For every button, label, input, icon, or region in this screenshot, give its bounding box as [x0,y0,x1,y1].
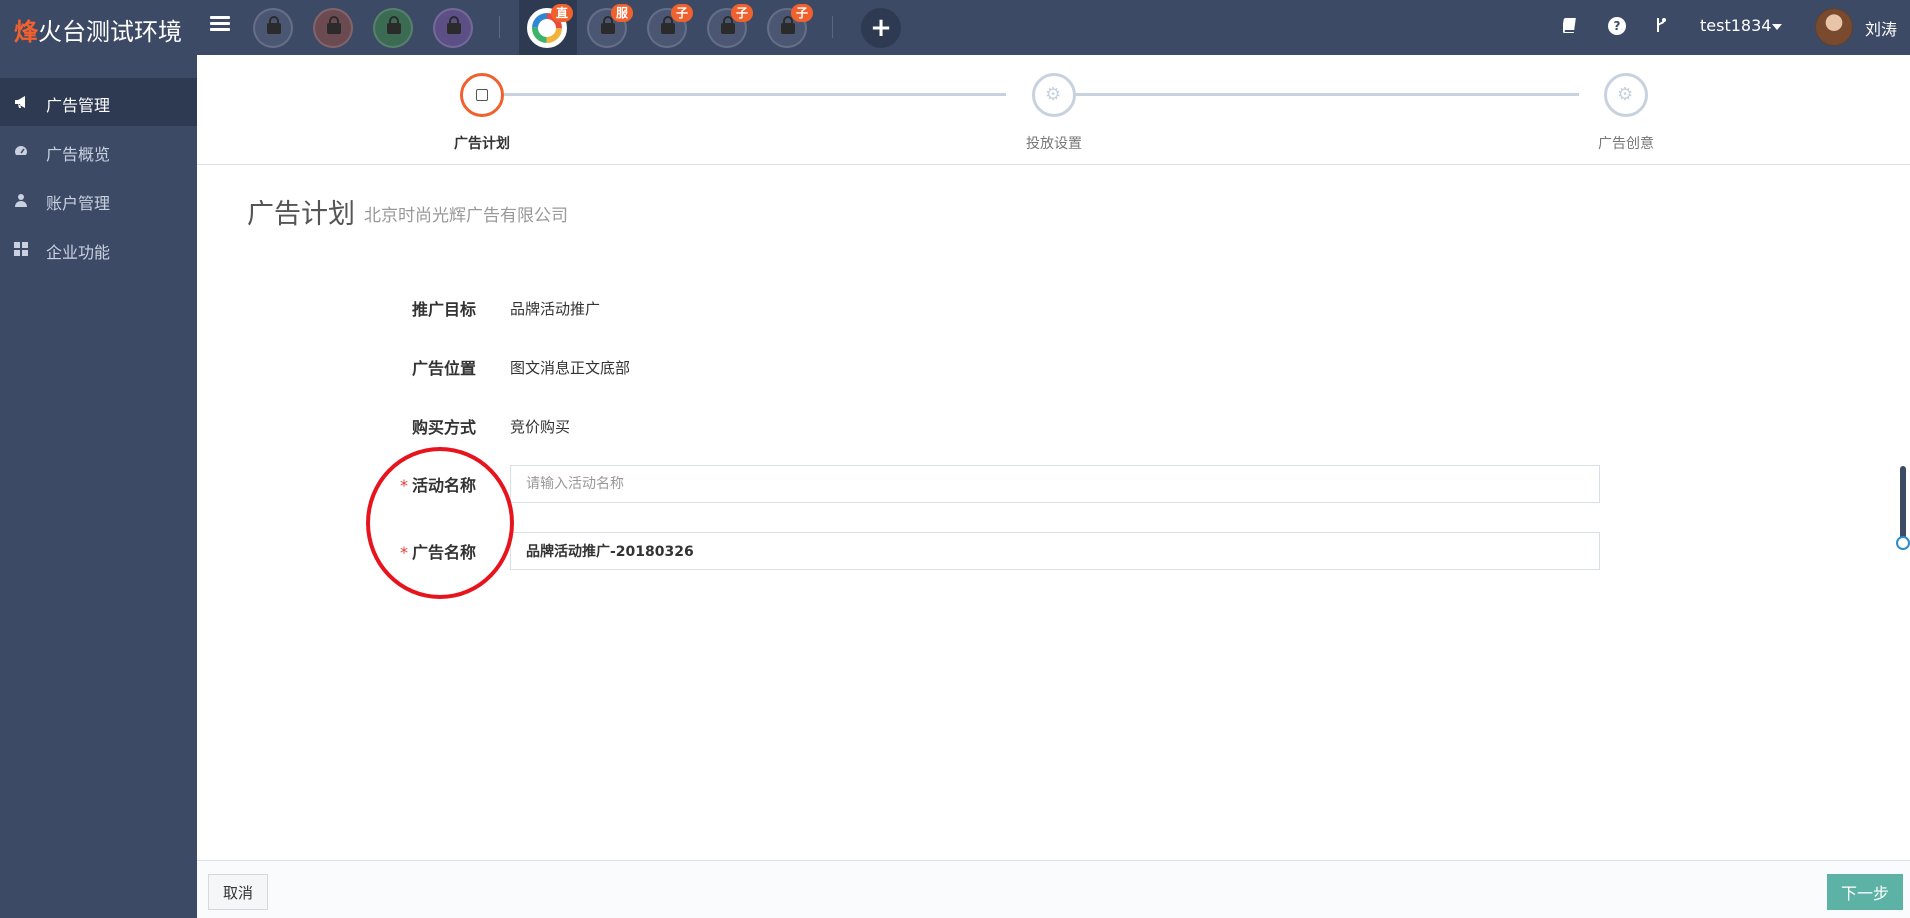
sidebar-item-enterprise[interactable]: 企业功能 [0,225,197,273]
app-badge: 子 [671,4,693,22]
gear-icon: ⚙ [1617,84,1634,105]
avatar-name[interactable]: 刘涛 [1865,16,1897,40]
gear-icon: ⚙ [1045,84,1062,105]
square-icon [476,89,488,101]
top-divider [832,16,833,38]
sidebar-item-ad-overview[interactable]: 广告概览 [0,127,197,175]
app-badge: 直 [551,4,573,22]
app-switch-6[interactable]: 子 [647,4,693,48]
dashboard-icon [15,146,27,155]
app-switch-2[interactable] [313,8,353,48]
promotion-goal-label: 推广目标 [411,300,476,319]
user-icon [15,194,27,207]
cancel-button[interactable]: 取消 [208,874,268,910]
branch-icon[interactable] [1652,17,1670,35]
app-switch-8[interactable]: 子 [767,4,813,48]
grid-icon [14,242,28,256]
brand-title: 火台测试环境 [38,18,182,46]
lock-icon [721,16,735,34]
ad-name-label-text: 广告名称 [411,543,476,562]
help-icon[interactable]: ? [1608,17,1626,35]
megaphone-icon [15,96,25,108]
required-marker: * [399,476,408,495]
add-app-button[interactable]: + [861,8,901,48]
sidebar-item-label: 广告管理 [46,96,111,115]
scrollbar[interactable] [1896,466,1910,551]
ad-name-label: * 广告名称 [376,539,476,563]
lock-icon [387,16,401,34]
app-switch-4[interactable] [433,8,473,48]
purchase-method-value: 竞价购买 [510,418,571,436]
lock-icon [267,16,281,34]
app-switch-5[interactable]: 服 [587,4,633,48]
step-3-label: 广告创意 [1598,136,1654,152]
app-badge: 服 [611,4,633,22]
app-switch-3[interactable] [373,8,413,48]
sidebar-item-ad-management[interactable]: 广告管理 [0,78,197,126]
ad-position-label: 广告位置 [411,359,476,378]
hamburger-menu-icon[interactable] [210,16,230,36]
step-1-label: 广告计划 [454,136,510,152]
lock-icon [661,16,675,34]
sidebar-item-label: 广告概览 [46,145,111,164]
app-switch-1[interactable] [253,8,293,48]
user-menu[interactable]: test1834 [1700,16,1771,35]
book-icon[interactable] [1561,17,1579,35]
brand-accent: 烽 [14,18,38,46]
annotation-circle [366,447,514,599]
campaign-name-input[interactable] [510,465,1600,503]
sidebar: 广告管理 广告概览 账户管理 企业功能 [0,55,197,918]
step-1-circle[interactable] [460,73,504,117]
step-indicator: ⚙ ⚙ 广告计划 投放设置 广告创意 [197,55,1910,165]
step-2-circle[interactable]: ⚙ [1032,73,1076,117]
footer-bar: 取消 下一步 [197,860,1910,918]
campaign-name-label: * 活动名称 [376,472,476,496]
next-step-button[interactable]: 下一步 [1827,874,1903,910]
page-title: 广告计划 [247,199,355,230]
app-badge: 子 [791,4,813,22]
required-marker: * [399,543,408,562]
ad-position-value: 图文消息正文底部 [510,359,631,377]
top-divider [499,16,500,38]
lock-icon [781,16,795,34]
step-connector [1054,93,1579,96]
app-badge: 子 [731,4,753,22]
ad-name-input[interactable] [510,532,1600,570]
sidebar-item-label: 企业功能 [46,243,111,262]
scrollbar-track [1900,466,1906,544]
campaign-name-label-text: 活动名称 [411,476,476,495]
lock-icon [327,16,341,34]
lock-icon [601,16,615,34]
avatar[interactable] [1815,8,1853,46]
top-bar: 烽火台测试环境 直 服 子 子 子 + ? test1834 刘涛 [0,0,1910,55]
chevron-down-icon[interactable] [1772,24,1782,30]
sidebar-item-label: 账户管理 [46,194,111,213]
sidebar-item-account[interactable]: 账户管理 [0,176,197,224]
step-3-circle[interactable]: ⚙ [1604,73,1648,117]
lock-icon [447,16,461,34]
scrollbar-knob[interactable] [1896,536,1910,550]
page-subtitle: 北京时尚光辉广告有限公司 [364,206,568,226]
promotion-goal-value: 品牌活动推广 [510,300,601,318]
app-switch-7[interactable]: 子 [707,4,753,48]
step-connector [482,93,1006,96]
purchase-method-label: 购买方式 [411,418,476,437]
app-switch-active[interactable]: 直 [527,4,573,48]
app-brand[interactable]: 烽火台测试环境 [14,12,182,47]
step-2-label: 投放设置 [1026,136,1082,152]
